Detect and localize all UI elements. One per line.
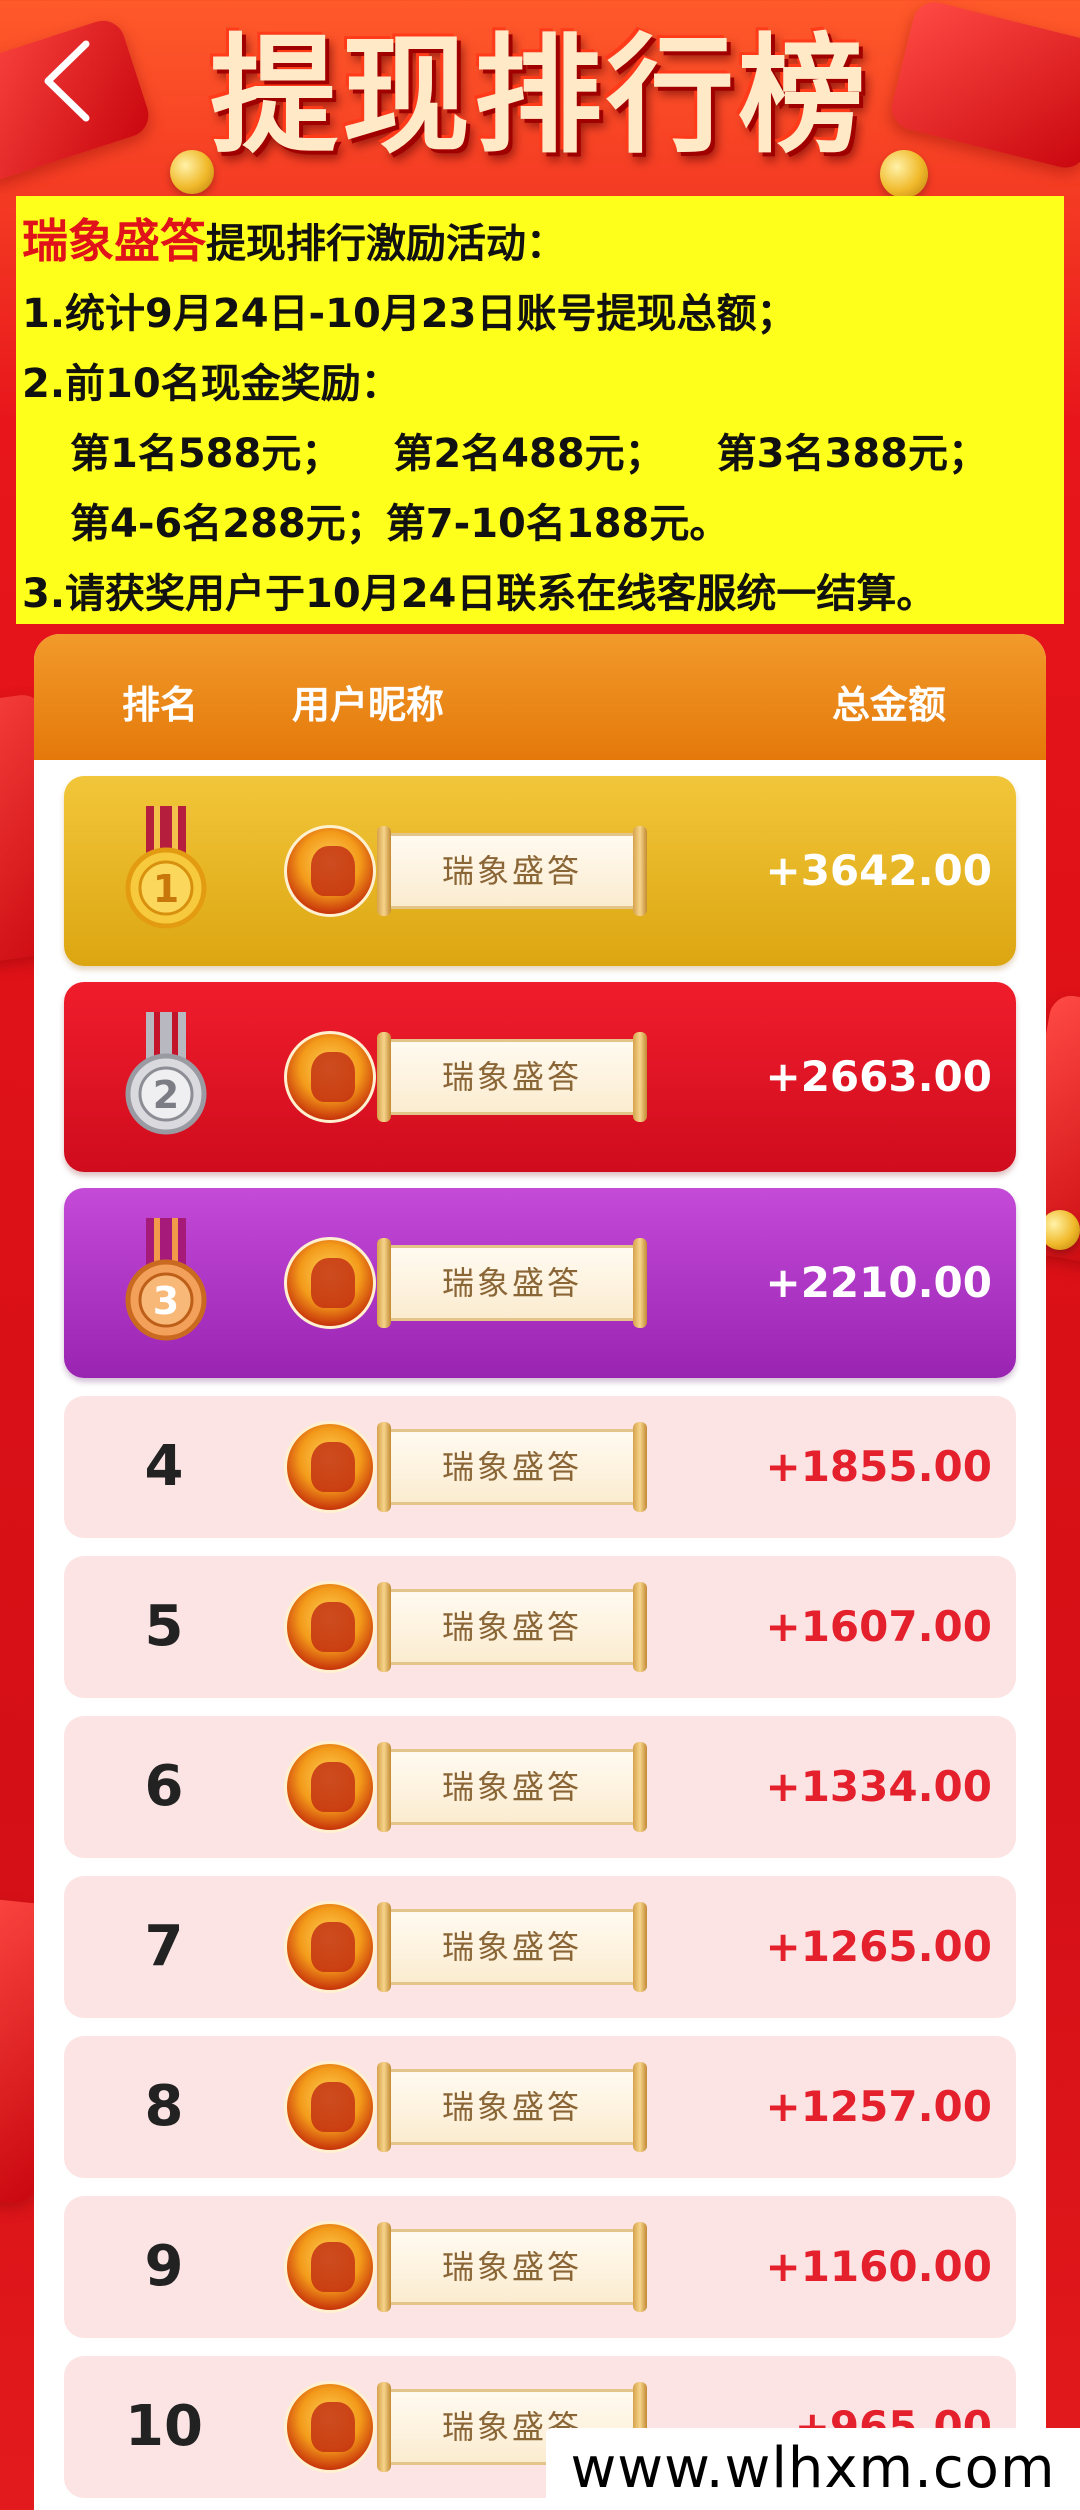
bronze-medal-icon: 3 (125, 1218, 207, 1341)
prize-2: 第2名488元； (393, 431, 665, 477)
activity-notice: 瑞象盛答提现排行激励活动： 1.统计9月24日-10月23日账号提现总额； 2.… (16, 196, 1064, 624)
total-amount: +1334.00 (765, 1762, 993, 1811)
rank-number: 4 (144, 1434, 184, 1499)
nickname: 瑞象盛答 (441, 2088, 582, 2126)
nickname-scroll: 瑞象盛答 (377, 1902, 647, 1992)
notice-prizes-rest: 第4-6名288元；第7-10名188元。 (22, 489, 1058, 559)
prize-1: 第1名588元； (70, 431, 342, 477)
watermark-url: www.wlhxm.com (546, 2428, 1080, 2510)
avatar (284, 2061, 376, 2153)
rank-number: 10 (125, 2394, 203, 2459)
nickname-scroll: 瑞象盛答 (377, 2222, 647, 2312)
nickname: 瑞象盛答 (441, 1264, 582, 1302)
rank-number: 7 (144, 1914, 184, 1979)
avatar (284, 1901, 376, 1993)
column-rank: 排名 (122, 683, 199, 727)
notice-rule-3: 3.请获奖用户于10月24日联系在线客服统一结算。 (22, 571, 937, 617)
nickname: 瑞象盛答 (441, 852, 582, 890)
nickname-scroll: 瑞象盛答 (377, 1582, 647, 1672)
nickname-scroll: 瑞象盛答 (377, 1238, 647, 1328)
prize-3: 第3名388元； (716, 431, 988, 477)
avatar (284, 1581, 376, 1673)
leaderboard-row-5[interactable]: 5 瑞象盛答 +1607.00 (64, 1556, 1016, 1698)
leaderboard-row-2[interactable]: 2 瑞象盛答 +2663.00 (64, 982, 1016, 1172)
leaderboard-row-4[interactable]: 4 瑞象盛答 +1855.00 (64, 1396, 1016, 1538)
prize-4: 第4-6名288元； (70, 501, 386, 547)
silver-medal-icon: 2 (125, 1012, 207, 1135)
nickname-scroll: 瑞象盛答 (377, 1422, 647, 1512)
notice-headline: 瑞象盛答提现排行激励活动： (22, 206, 1058, 279)
notice-brand: 瑞象盛答 (22, 214, 206, 268)
avatar (284, 2221, 376, 2313)
total-amount: +1257.00 (765, 2082, 993, 2131)
nickname: 瑞象盛答 (441, 2248, 582, 2286)
leaderboard: 排名 用户昵称 总金额 1 瑞象盛答 +3642.00 2 瑞象盛答 +2663… (34, 634, 1046, 2510)
nickname-scroll: 瑞象盛答 (377, 2062, 647, 2152)
notice-rule-2: 2.前10名现金奖励： (22, 361, 401, 407)
avatar (284, 1741, 376, 1833)
rank-number: 6 (144, 1754, 184, 1819)
background-coin (1040, 1210, 1080, 1250)
notice-prizes-top3: 第1名588元； 第2名488元； 第3名388元； (22, 419, 1058, 489)
leaderboard-row-1[interactable]: 1 瑞象盛答 +3642.00 (64, 776, 1016, 966)
total-amount: +1607.00 (765, 1602, 993, 1651)
svg-text:2: 2 (153, 1073, 179, 1117)
total-amount: +2663.00 (765, 1052, 993, 1101)
leaderboard-row-8[interactable]: 8 瑞象盛答 +1257.00 (64, 2036, 1016, 2178)
nickname: 瑞象盛答 (441, 1058, 582, 1096)
total-amount: +1265.00 (765, 1922, 993, 1971)
leaderboard-row-7[interactable]: 7 瑞象盛答 +1265.00 (64, 1876, 1016, 2018)
total-amount: +1855.00 (765, 1442, 993, 1491)
avatar (284, 825, 376, 917)
notice-headline-text: 提现排行激励活动： (206, 221, 566, 267)
avatar (284, 1031, 376, 1123)
avatar (284, 1237, 376, 1329)
rank-number: 5 (144, 1594, 184, 1659)
rank-number: 8 (144, 2074, 184, 2139)
total-amount: +1160.00 (765, 2242, 993, 2291)
leaderboard-row-9[interactable]: 9 瑞象盛答 +1160.00 (64, 2196, 1016, 2338)
avatar (284, 2381, 376, 2473)
page-title: 提现排行榜 (209, 22, 870, 171)
notice-rule-1: 1.统计9月24日-10月23日账号提现总额； (22, 291, 797, 337)
nickname-scroll: 瑞象盛答 (377, 826, 647, 916)
leaderboard-row-6[interactable]: 6 瑞象盛答 +1334.00 (64, 1716, 1016, 1858)
prize-5: 第7-10名188元。 (385, 501, 730, 547)
nickname: 瑞象盛答 (441, 1928, 582, 1966)
header: 提现排行榜 (0, 0, 1080, 200)
rank-number: 9 (144, 2234, 184, 2299)
nickname: 瑞象盛答 (441, 1768, 582, 1806)
nickname-scroll: 瑞象盛答 (377, 1032, 647, 1122)
leaderboard-row-3[interactable]: 3 瑞象盛答 +2210.00 (64, 1188, 1016, 1378)
leaderboard-header: 排名 用户昵称 总金额 (34, 634, 1046, 760)
column-total: 总金额 (832, 683, 947, 727)
svg-text:1: 1 (153, 867, 179, 911)
total-amount: +2210.00 (765, 1258, 993, 1307)
column-nickname: 用户昵称 (292, 683, 445, 727)
nickname: 瑞象盛答 (441, 1448, 582, 1486)
avatar (284, 1421, 376, 1513)
nickname: 瑞象盛答 (441, 1608, 582, 1646)
total-amount: +3642.00 (765, 846, 993, 895)
back-button[interactable] (34, 36, 104, 126)
svg-text:3: 3 (153, 1279, 179, 1323)
chevron-left-icon (44, 40, 90, 122)
gold-medal-icon: 1 (125, 806, 207, 929)
nickname-scroll: 瑞象盛答 (377, 1742, 647, 1832)
